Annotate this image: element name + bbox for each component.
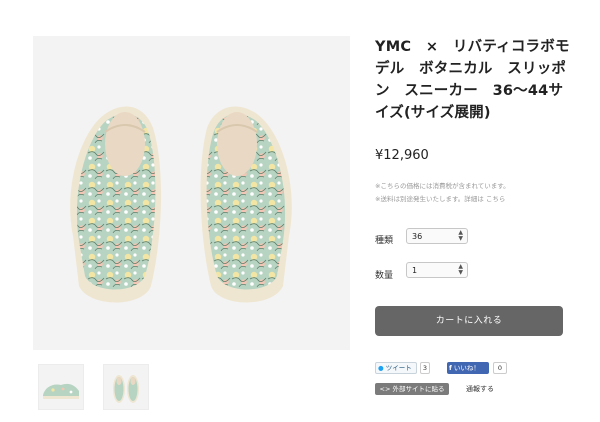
- type-select[interactable]: 36 ▲ ▼: [406, 228, 468, 244]
- right-shoe: [200, 106, 292, 303]
- facebook-f-icon: f: [449, 364, 452, 372]
- quantity-select[interactable]: 1 ▲ ▼: [406, 262, 468, 278]
- twitter-bird-icon: ●: [378, 364, 384, 372]
- select-arrows-icon: ▲ ▼: [458, 263, 463, 276]
- like-label: いいね！: [453, 364, 480, 372]
- add-to-cart-button[interactable]: カートに入れる: [375, 306, 563, 336]
- tax-note: ※こちらの価格には消費税が含まれています。: [375, 182, 510, 190]
- shipping-note: ※送料は別途発生いたします。詳細は こちら: [375, 193, 505, 203]
- report-link[interactable]: 通報する: [466, 384, 494, 394]
- tweet-button[interactable]: ● ツイート: [375, 362, 417, 374]
- like-count: 0: [493, 362, 507, 374]
- option-type-label: 種類: [375, 236, 394, 246]
- tweet-label: ツイート: [385, 364, 412, 372]
- quantity-select-value: 1: [412, 266, 418, 275]
- thumbnail-side-view[interactable]: [38, 364, 84, 410]
- facebook-like-button[interactable]: f いいね！: [447, 362, 489, 374]
- main-product-image: [33, 36, 350, 350]
- tweet-count: 3: [420, 362, 430, 374]
- product-price: ¥12,960: [375, 148, 429, 163]
- shipping-details-link[interactable]: こちら: [486, 195, 506, 203]
- embed-external-button[interactable]: <> 外部サイトに貼る: [375, 383, 449, 395]
- option-quantity-label: 数量: [375, 271, 394, 281]
- select-arrows-icon: ▲ ▼: [458, 229, 463, 242]
- product-title: YMC × リバティコラボモデル ボタニカル スリッポン スニーカー 36〜44…: [375, 39, 570, 121]
- shipping-note-text: ※送料は別途発生いたします。詳細は: [375, 195, 484, 203]
- left-shoe: [70, 106, 162, 303]
- slip-on-sneakers-illustration: [70, 106, 292, 303]
- type-select-value: 36: [412, 232, 423, 241]
- thumbnail-front-view[interactable]: [103, 364, 149, 410]
